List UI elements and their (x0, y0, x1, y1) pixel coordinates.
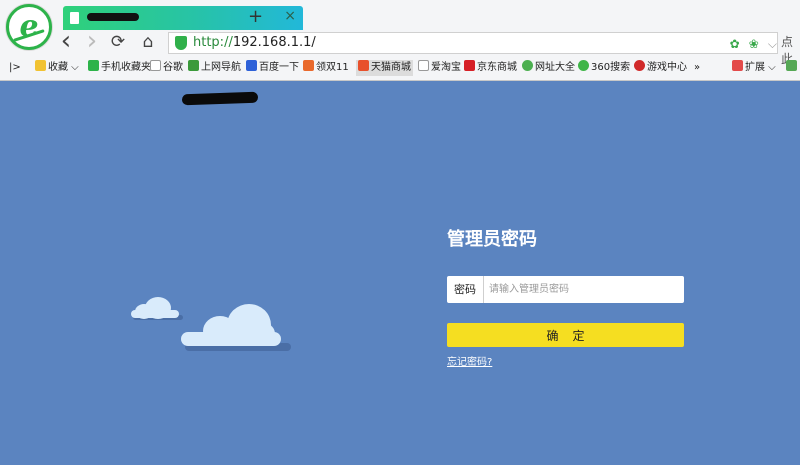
tab-title-redacted (87, 13, 139, 21)
back-button[interactable]: ‹ (56, 28, 76, 54)
password-input[interactable] (485, 277, 681, 302)
bookmark-mobile-favorites[interactable]: 手机收藏夹 (88, 60, 151, 76)
small-cloud-illustration (131, 296, 183, 322)
phone-icon (88, 60, 99, 71)
security-shield-icon (175, 36, 187, 50)
bookmark-baidu[interactable]: 百度一下 (246, 60, 299, 76)
address-bar[interactable]: http://192.168.1.1/ ✿ ❀ ⌵ (168, 32, 778, 54)
address-dropdown-icon[interactable]: ⌵ (768, 37, 777, 52)
coupon-icon (303, 60, 314, 71)
forward-button[interactable]: › (82, 28, 102, 54)
search-360-icon (578, 60, 589, 71)
confirm-button[interactable]: 确定 (447, 323, 684, 347)
password-label: 密码 (447, 276, 484, 303)
extension-tool-icon[interactable]: ✿ (730, 37, 740, 51)
bookmark-google[interactable]: 谷歌 (150, 60, 183, 76)
url-scheme: http:// (193, 35, 233, 50)
forgot-password-link[interactable]: 忘记密码? (447, 353, 492, 368)
new-tab-button[interactable]: + (248, 6, 263, 27)
address-url[interactable]: http://192.168.1.1/ (193, 35, 316, 50)
leaf-tool-icon[interactable]: ❀ (749, 37, 759, 51)
tab-close-icon[interactable]: × (284, 8, 296, 24)
page-title: 管理员密码 (447, 229, 537, 250)
star-icon (35, 60, 46, 71)
extra-toolbar-button[interactable] (786, 60, 799, 76)
bookmark-360-search[interactable]: 360搜索 (578, 60, 630, 76)
router-login-page (0, 81, 800, 465)
reload-button[interactable]: ⟳ (108, 32, 128, 52)
grid-icon (786, 60, 797, 71)
navigation-bar: ‹ › ⟳ ⌂ http://192.168.1.1/ ✿ ❀ ⌵ 点此 (56, 28, 800, 66)
bookmark-sidebar-toggle[interactable]: |> (9, 60, 21, 76)
bookmarks-bar: |> 收藏 ⌵ 手机收藏夹 谷歌 上网导航 百度一下 领双11 天猫商城 爱淘宝… (0, 58, 800, 78)
login-panel: 管理员密码 密码 确定 忘记密码? (447, 225, 687, 368)
bookmark-tmall[interactable]: 天猫商城 (356, 60, 413, 76)
large-cloud-illustration (181, 304, 291, 354)
extensions-grid-icon (732, 60, 743, 71)
globe-icon (522, 60, 533, 71)
tmall-icon (358, 60, 369, 71)
tab-active[interactable]: × (63, 6, 303, 30)
browser-chrome: e × + ‹ › ⟳ ⌂ http://192.168.1.1/ ✿ ❀ ⌵ … (0, 0, 800, 81)
extensions-menu[interactable]: 扩展 ⌵ (732, 60, 776, 76)
bookmark-aitaobao[interactable]: 爱淘宝 (418, 60, 461, 76)
bookmark-game-center[interactable]: 游戏中心 (634, 60, 687, 76)
browser-logo-icon[interactable]: e (6, 4, 52, 50)
bookmark-double11[interactable]: 领双11 (303, 60, 349, 76)
bookmark-favorites[interactable]: 收藏 ⌵ (35, 60, 79, 76)
page-doc-icon (70, 12, 79, 24)
password-field: 密码 (447, 276, 684, 303)
page-icon (418, 60, 429, 71)
baidu-paw-icon (246, 60, 257, 71)
address-bar-actions: ✿ ❀ ⌵ (726, 33, 777, 53)
home-button[interactable]: ⌂ (138, 32, 158, 52)
bookmark-jd[interactable]: 京东商城 (464, 60, 517, 76)
bookmarks-overflow-button[interactable]: » (694, 60, 700, 76)
page-icon (150, 60, 161, 71)
url-host: 192.168.1.1/ (232, 35, 316, 50)
jd-icon (464, 60, 475, 71)
game-icon (634, 60, 645, 71)
bookmark-web-nav[interactable]: 上网导航 (188, 60, 241, 76)
bookmark-url-directory[interactable]: 网址大全 (522, 60, 575, 76)
tab-strip: × + (60, 4, 800, 30)
navigation-icon (188, 60, 199, 71)
